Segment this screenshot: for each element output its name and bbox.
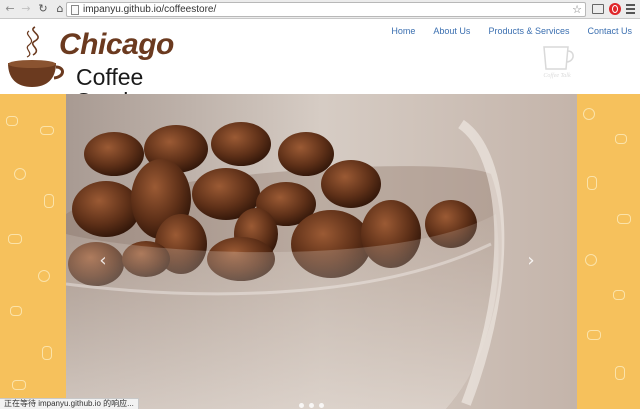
carousel-indicator[interactable] <box>299 403 304 408</box>
logo-title: Chicago <box>59 28 174 61</box>
bookmark-star-icon[interactable]: ☆ <box>572 3 582 16</box>
doodle-icon <box>40 126 54 135</box>
status-bubble: 正在等待 impanyu.github.io 的响应... <box>0 398 139 409</box>
doodle-icon <box>587 176 597 190</box>
nav-home[interactable]: Home <box>391 25 415 37</box>
coffee-beans-image <box>66 94 577 409</box>
opera-icon[interactable] <box>609 3 621 15</box>
doodle-icon <box>583 108 595 120</box>
carousel-next-chevron-right-icon[interactable]: › <box>524 252 538 270</box>
main-nav: Home About Us Products & Services Contac… <box>373 25 632 37</box>
doodle-icon <box>38 270 50 282</box>
doodle-icon <box>615 366 625 380</box>
coffee-cup-logo-icon <box>8 26 64 87</box>
hero-carousel[interactable]: ‹ › <box>66 94 577 409</box>
doodle-icon <box>44 194 54 208</box>
carousel-prev-chevron-left-icon[interactable]: ‹ <box>96 252 110 270</box>
nav-products-services[interactable]: Products & Services <box>488 25 569 37</box>
doodle-icon <box>12 380 26 390</box>
forward-arrow-icon[interactable]: → <box>20 3 32 15</box>
doodle-icon <box>585 254 597 266</box>
address-bar[interactable]: impanyu.github.io/coffeestore/ ☆ <box>66 2 586 17</box>
pattern-left <box>0 94 66 409</box>
browser-toolbar: ← → ↻ ⌂ impanyu.github.io/coffeestore/ ☆ <box>0 0 640 19</box>
badge-text: Coffee Talk <box>543 72 571 79</box>
carousel-indicators <box>299 403 329 408</box>
coffee-talk-badge: Coffee Talk <box>538 39 576 79</box>
doodle-icon <box>42 346 52 360</box>
reload-icon[interactable]: ↻ <box>37 3 49 15</box>
cast-icon[interactable] <box>592 4 604 14</box>
doodle-icon <box>613 290 625 300</box>
doodle-icon <box>6 116 18 126</box>
nav-about-us[interactable]: About Us <box>433 25 470 37</box>
logo[interactable]: Chicago Coffee Service <box>5 23 220 113</box>
carousel-indicator[interactable] <box>319 403 324 408</box>
url-text[interactable]: impanyu.github.io/coffeestore/ <box>83 4 216 16</box>
doodle-icon <box>587 330 601 340</box>
coffee-mug-icon: Coffee Talk <box>543 46 574 79</box>
nav-contact-us[interactable]: Contact Us <box>587 25 632 37</box>
doodle-icon <box>10 306 22 316</box>
pattern-right <box>577 94 640 409</box>
site-header: Chicago Coffee Service Home About Us Pro… <box>0 19 640 113</box>
carousel-indicator[interactable] <box>309 403 314 408</box>
doodle-icon <box>14 168 26 180</box>
doodle-icon <box>8 234 22 244</box>
doodle-icon <box>617 214 631 224</box>
hamburger-menu-icon[interactable] <box>626 4 635 14</box>
doodle-icon <box>615 134 627 144</box>
back-arrow-icon[interactable]: ← <box>4 3 16 15</box>
page-icon <box>71 5 79 15</box>
home-icon[interactable]: ⌂ <box>54 3 66 15</box>
